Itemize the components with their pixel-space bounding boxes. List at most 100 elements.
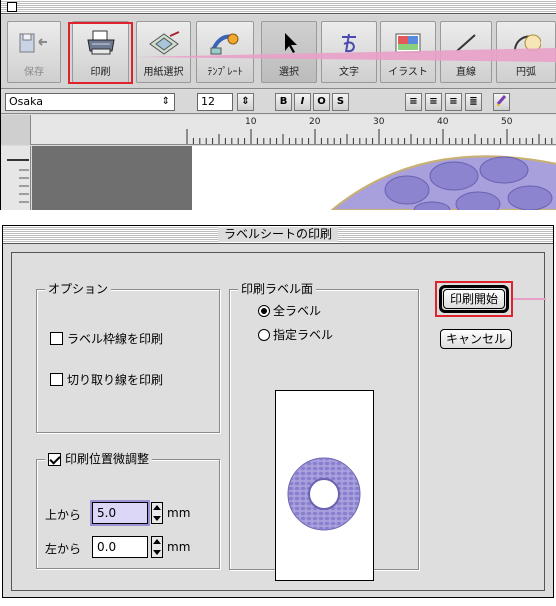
cancel-button[interactable]: キャンセル bbox=[440, 329, 512, 349]
specified-label-radio-dot[interactable] bbox=[258, 328, 270, 341]
left-offset-unit: mm bbox=[167, 540, 191, 554]
tool-select-button[interactable]: 選択 bbox=[261, 21, 317, 83]
window-titlebar[interactable] bbox=[1, 0, 556, 14]
tool-print-button[interactable]: 印刷 bbox=[72, 21, 129, 83]
align-left-icon[interactable]: ≡ bbox=[405, 93, 422, 111]
top-offset-label: 上から bbox=[45, 508, 82, 522]
tool-print-label: 印刷 bbox=[90, 67, 111, 78]
bold-button[interactable]: B bbox=[275, 93, 292, 111]
tool-template-button[interactable]: ﾃﾝﾌﾟﾚｰﾄ bbox=[196, 21, 254, 83]
label-side-group: 印刷ラベル面 全ラベル 指定ラベル bbox=[229, 281, 419, 581]
tool-save-label: 保存 bbox=[24, 67, 44, 78]
save-icon bbox=[14, 28, 54, 58]
options-legend: オプション bbox=[45, 281, 112, 297]
arc-tool-icon bbox=[506, 28, 546, 58]
print-border-box[interactable] bbox=[50, 332, 63, 345]
size-stepper-icon[interactable]: ⇕ bbox=[237, 93, 254, 111]
format-bar: Osaka ⇕ 12 ⇕ B I O S ≡ ≡ ≡ ≣ bbox=[1, 90, 556, 114]
tool-illustration-label: イラスト bbox=[388, 67, 428, 78]
align-center-icon[interactable]: ≡ bbox=[425, 93, 442, 111]
tool-line-button[interactable]: 直線 bbox=[440, 21, 492, 83]
tool-illustration-button[interactable]: イラスト bbox=[380, 21, 436, 83]
start-print-button[interactable]: 印刷開始 bbox=[443, 289, 505, 309]
horizontal-ruler: 10203040506 bbox=[1, 115, 556, 145]
outline-button[interactable]: O bbox=[313, 93, 330, 111]
align-right-icon[interactable]: ≡ bbox=[445, 93, 462, 111]
ruler-number: 20 bbox=[309, 117, 321, 127]
shadow-button[interactable]: S bbox=[332, 93, 349, 111]
close-box-icon[interactable] bbox=[7, 2, 17, 12]
stepper-up-icon[interactable] bbox=[153, 539, 161, 544]
all-labels-radio[interactable]: 全ラベル bbox=[258, 302, 321, 319]
tool-line-label: 直線 bbox=[456, 67, 476, 78]
top-offset-stepper[interactable] bbox=[151, 502, 163, 524]
position-adjust-checkbox[interactable]: 印刷位置微調整 bbox=[45, 451, 153, 467]
dialog-titlebar[interactable]: ラベルシートの印刷 bbox=[3, 226, 553, 244]
print-border-checkbox[interactable]: ラベル枠線を印刷 bbox=[50, 330, 163, 347]
document-page[interactable] bbox=[192, 146, 556, 210]
dialog-title: ラベルシートの印刷 bbox=[217, 227, 339, 242]
dialog-body: オプション ラベル枠線を印刷 切り取り線を印刷 印刷位置微調整 上から 5.0 … bbox=[11, 252, 546, 591]
ruler-number: 50 bbox=[501, 117, 513, 127]
label-sheet-preview[interactable] bbox=[275, 390, 374, 581]
ruler-scale bbox=[186, 129, 553, 144]
tool-arc-button[interactable]: 円弧 bbox=[496, 21, 556, 83]
ruler-number: 10 bbox=[245, 117, 257, 127]
font-size-select[interactable]: 12 bbox=[197, 93, 233, 111]
cd-label-preview-icon bbox=[287, 457, 361, 531]
tool-text-label: 文字 bbox=[339, 67, 359, 78]
all-labels-label: 全ラベル bbox=[273, 304, 322, 318]
top-offset-unit: mm bbox=[167, 506, 191, 520]
tool-paper-select-label: 用紙選択 bbox=[143, 67, 184, 78]
all-labels-radio-dot[interactable] bbox=[258, 304, 270, 317]
illustration-icon bbox=[388, 28, 428, 58]
position-adjust-box[interactable] bbox=[48, 452, 61, 466]
stepper-down-icon[interactable] bbox=[153, 550, 161, 555]
tool-select-label: 選択 bbox=[279, 67, 299, 78]
left-offset-stepper[interactable] bbox=[151, 536, 163, 558]
callout-line-dialog bbox=[513, 298, 546, 300]
vertical-ruler bbox=[1, 146, 31, 210]
left-offset-input[interactable]: 0.0 bbox=[92, 536, 148, 558]
app-window: 保存 印刷 用紙選択 ﾃﾝﾌﾟﾚｰﾄ 選択 文字 イラスト 直線 円弧 Osak… bbox=[0, 0, 556, 210]
text-tool-icon bbox=[329, 28, 369, 58]
options-group: オプション ラベル枠線を印刷 切り取り線を印刷 bbox=[36, 281, 220, 433]
print-label-sheet-dialog: ラベルシートの印刷 オプション ラベル枠線を印刷 切り取り線を印刷 印刷位置微調… bbox=[2, 225, 554, 598]
justify-icon[interactable]: ≣ bbox=[465, 93, 482, 111]
toolbar: 保存 印刷 用紙選択 ﾃﾝﾌﾟﾚｰﾄ 選択 文字 イラスト 直線 円弧 bbox=[1, 15, 556, 89]
specified-label-radio[interactable]: 指定ラベル bbox=[258, 326, 333, 343]
position-adjust-label: 印刷位置微調整 bbox=[65, 452, 150, 466]
cd-label-artwork bbox=[330, 155, 556, 210]
font-select[interactable]: Osaka ⇕ bbox=[5, 93, 175, 111]
paper-select-icon bbox=[144, 28, 184, 58]
ruler-corner bbox=[1, 115, 31, 145]
tool-template-label: ﾃﾝﾌﾟﾚｰﾄ bbox=[207, 67, 243, 78]
ruler-number: 40 bbox=[437, 117, 449, 127]
template-icon bbox=[205, 28, 245, 58]
left-offset-label: 左から bbox=[45, 542, 82, 556]
position-adjust-group: 印刷位置微調整 上から 5.0 mm 左から 0.0 mm bbox=[36, 451, 220, 569]
tool-arc-label: 円弧 bbox=[516, 67, 536, 78]
font-size-value: 12 bbox=[201, 95, 215, 108]
font-select-value: Osaka bbox=[9, 95, 44, 108]
ruler-number: 30 bbox=[373, 117, 385, 127]
color-pen-icon[interactable] bbox=[493, 93, 510, 111]
stepper-up-icon[interactable] bbox=[153, 505, 161, 510]
italic-button[interactable]: I bbox=[294, 93, 311, 111]
tool-text-button[interactable]: 文字 bbox=[321, 21, 377, 83]
line-tool-icon bbox=[446, 28, 486, 58]
stepper-down-icon[interactable] bbox=[153, 516, 161, 521]
print-cutline-label: 切り取り線を印刷 bbox=[67, 373, 164, 387]
font-select-arrows-icon: ⇕ bbox=[161, 96, 170, 107]
label-side-legend: 印刷ラベル面 bbox=[238, 281, 317, 297]
arrow-select-icon bbox=[269, 28, 309, 58]
print-cutline-checkbox[interactable]: 切り取り線を印刷 bbox=[50, 371, 163, 388]
specified-label-label: 指定ラベル bbox=[273, 328, 334, 342]
printer-icon bbox=[81, 28, 121, 58]
print-border-label: ラベル枠線を印刷 bbox=[67, 332, 164, 346]
tool-save-button[interactable]: 保存 bbox=[7, 21, 61, 83]
print-cutline-box[interactable] bbox=[50, 373, 63, 386]
document-canvas[interactable] bbox=[32, 146, 556, 210]
top-offset-input[interactable]: 5.0 bbox=[92, 502, 148, 524]
tool-paper-select-button[interactable]: 用紙選択 bbox=[136, 21, 191, 83]
